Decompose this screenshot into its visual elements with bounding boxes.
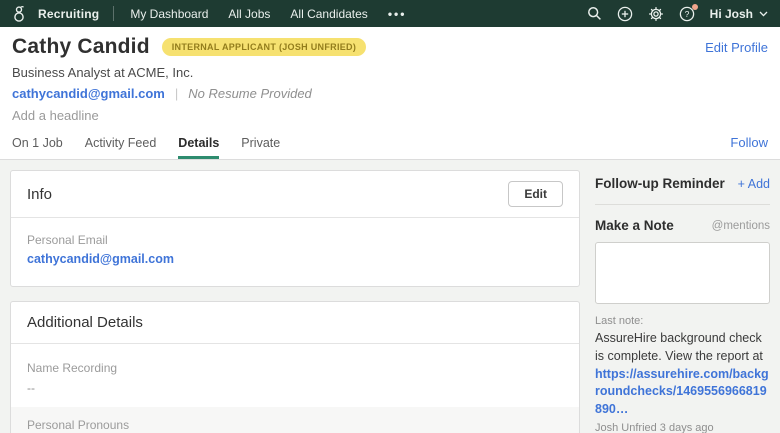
tab-details[interactable]: Details	[178, 136, 219, 159]
user-menu[interactable]: Hi Josh	[710, 7, 768, 21]
mentions-hint: @mentions	[712, 220, 770, 232]
nav-item-all-jobs[interactable]: All Jobs	[228, 7, 270, 21]
personal-pronouns-label: Personal Pronouns	[27, 418, 563, 432]
content-area: Info Edit Personal Email cathycandid@gma…	[0, 160, 780, 433]
internal-applicant-badge: INTERNAL APPLICANT (JOSH UNFRIED)	[162, 38, 366, 56]
candidate-subtitle: Business Analyst at ACME, Inc.	[12, 65, 768, 80]
name-recording-value: --	[27, 381, 563, 395]
tab-activity-feed[interactable]: Activity Feed	[85, 136, 157, 159]
main-column: Info Edit Personal Email cathycandid@gma…	[10, 170, 580, 433]
info-card: Info Edit Personal Email cathycandid@gma…	[10, 170, 580, 287]
personal-email-value-link[interactable]: cathycandid@gmail.com	[27, 252, 174, 266]
nav-overflow-menu[interactable]: •••	[388, 7, 407, 21]
chevron-down-icon	[759, 11, 768, 17]
help-icon[interactable]: ?	[679, 5, 696, 22]
gear-icon[interactable]	[648, 5, 665, 22]
name-recording-label: Name Recording	[27, 361, 563, 375]
nav-separator	[113, 6, 114, 21]
additional-details-title: Additional Details	[27, 314, 143, 331]
follow-link[interactable]: Follow	[730, 135, 768, 159]
personal-email-label: Personal Email	[27, 233, 563, 247]
app-window: Recruiting My Dashboard All Jobs All Can…	[0, 0, 780, 433]
candidate-name: Cathy Candid	[12, 35, 150, 59]
followup-add-link[interactable]: + Add	[738, 177, 770, 191]
detail-row-personal-pronouns: Personal Pronouns --	[11, 407, 579, 433]
tab-on-1-job[interactable]: On 1 Job	[12, 136, 63, 159]
note-textarea[interactable]	[595, 242, 770, 304]
nav-item-my-dashboard[interactable]: My Dashboard	[130, 7, 208, 21]
user-greeting: Hi Josh	[710, 7, 753, 21]
svg-text:?: ?	[685, 9, 690, 19]
last-note-report-link[interactable]: https://assurehire.com/backgroundchecks/…	[595, 367, 769, 417]
info-edit-button[interactable]: Edit	[508, 181, 563, 207]
nav-item-all-candidates[interactable]: All Candidates	[290, 7, 367, 21]
info-card-title: Info	[27, 186, 52, 203]
resume-status: No Resume Provided	[188, 86, 312, 101]
tab-private[interactable]: Private	[241, 136, 280, 159]
nav-brand-recruiting[interactable]: Recruiting	[38, 7, 99, 21]
additional-details-card: Additional Details Name Recording -- Per…	[10, 301, 580, 433]
last-note-author: Josh Unfried 3 days ago	[595, 422, 770, 433]
notification-dot	[692, 4, 698, 10]
sidebar-divider	[595, 204, 770, 205]
last-note-body: AssureHire background check is complete.…	[595, 331, 763, 363]
top-navbar: Recruiting My Dashboard All Jobs All Can…	[0, 0, 780, 27]
contact-separator: |	[175, 86, 178, 101]
search-icon[interactable]	[586, 5, 603, 22]
tabs-bar: On 1 Job Activity Feed Details Private F…	[0, 123, 780, 160]
make-a-note-title: Make a Note	[595, 218, 674, 233]
add-plus-icon[interactable]	[617, 5, 634, 22]
last-note-text: AssureHire background check is complete.…	[595, 330, 770, 419]
candidate-email-link[interactable]: cathycandid@gmail.com	[12, 86, 165, 101]
greenhouse-logo-icon[interactable]	[12, 5, 28, 23]
candidate-header: Cathy Candid INTERNAL APPLICANT (JOSH UN…	[0, 27, 780, 123]
edit-profile-link[interactable]: Edit Profile	[705, 40, 768, 55]
last-note-label: Last note:	[595, 315, 770, 327]
right-sidebar: Follow-up Reminder + Add Make a Note @me…	[595, 170, 770, 433]
detail-row-name-recording: Name Recording --	[11, 350, 579, 407]
add-headline-field[interactable]: Add a headline	[12, 108, 768, 123]
followup-reminder-title: Follow-up Reminder	[595, 176, 725, 191]
